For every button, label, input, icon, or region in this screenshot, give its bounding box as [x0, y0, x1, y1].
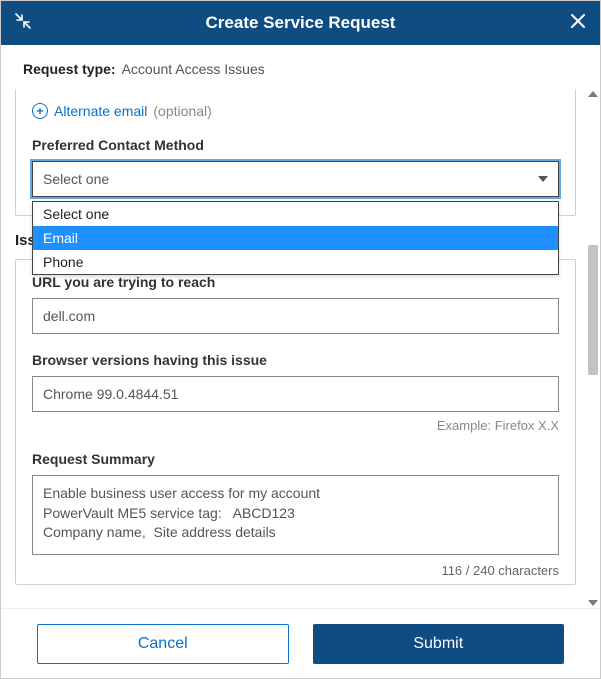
- close-icon[interactable]: [568, 11, 588, 31]
- url-input[interactable]: dell.com: [32, 298, 559, 334]
- option-select-one[interactable]: Select one: [33, 202, 558, 226]
- url-label: URL you are trying to reach: [32, 274, 559, 290]
- browser-input-value: Chrome 99.0.4844.51: [43, 386, 178, 402]
- plus-circle-icon[interactable]: [32, 103, 48, 119]
- collapse-icon[interactable]: [13, 11, 33, 31]
- char-count: 116 / 240 characters: [32, 563, 559, 578]
- browser-input[interactable]: Chrome 99.0.4844.51: [32, 376, 559, 412]
- browser-label: Browser versions having this issue: [32, 352, 559, 368]
- request-type-value: Account Access Issues: [122, 61, 265, 77]
- contact-group: Alternate email (optional) Preferred Con…: [15, 89, 576, 216]
- summary-textarea[interactable]: Enable business user access for my accou…: [32, 475, 559, 555]
- optional-label: (optional): [153, 103, 211, 119]
- scroll-up-icon[interactable]: [588, 91, 598, 97]
- contact-method-dropdown: Select one Email Phone: [32, 201, 559, 275]
- contact-method-label: Preferred Contact Method: [32, 137, 559, 153]
- submit-button[interactable]: Submit: [313, 624, 565, 664]
- scrollbar-thumb[interactable]: [588, 245, 598, 375]
- url-input-value: dell.com: [43, 308, 95, 324]
- footer: Cancel Submit: [1, 608, 600, 678]
- request-type-label: Request type:: [23, 61, 116, 77]
- issue-group: URL you are trying to reach dell.com Bro…: [15, 259, 576, 585]
- cancel-button[interactable]: Cancel: [37, 624, 289, 664]
- browser-helper: Example: Firefox X.X: [32, 418, 559, 433]
- select-value: Select one: [43, 171, 109, 187]
- alternate-email-link[interactable]: Alternate email: [54, 103, 147, 119]
- titlebar: Create Service Request: [1, 1, 600, 45]
- option-email[interactable]: Email: [33, 226, 558, 250]
- option-phone[interactable]: Phone: [33, 250, 558, 274]
- modal-title: Create Service Request: [206, 13, 396, 33]
- scroll-area: Alternate email (optional) Preferred Con…: [1, 89, 600, 608]
- contact-method-select[interactable]: Select one: [32, 161, 559, 197]
- summary-label: Request Summary: [32, 451, 559, 467]
- request-type-row: Request type: Account Access Issues: [1, 45, 600, 89]
- scroll-down-icon[interactable]: [588, 600, 598, 606]
- chevron-down-icon: [538, 176, 548, 182]
